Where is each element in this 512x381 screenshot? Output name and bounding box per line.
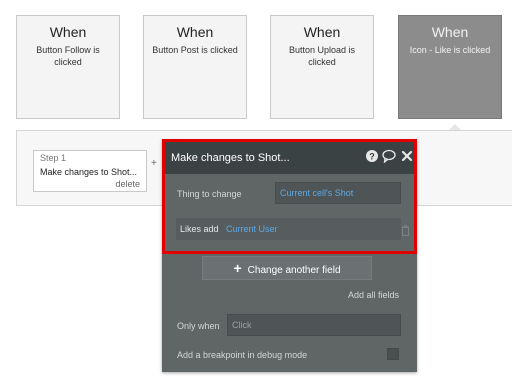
step-delete-link[interactable]: delete [115,179,140,189]
plus-icon: + [233,260,242,276]
breakpoint-label: Add a breakpoint in debug mode [177,350,308,360]
event-subtitle: Icon - Like is clicked [409,45,491,55]
add-all-fields-link[interactable]: Add all fields [348,290,399,300]
event-card-follow[interactable]: When Button Follow is clicked [16,15,120,119]
step-number: Step 1 [40,153,67,163]
event-title: When [431,24,469,40]
event-subtitle: Button Follow is clicked [36,45,100,67]
only-when-placeholder: Click [232,320,252,330]
step-title: Make changes to Shot... [40,167,138,177]
breakpoint-checkbox[interactable] [387,348,399,360]
event-subtitle: Button Upload is clicked [288,45,356,67]
event-card-like[interactable]: When Icon - Like is clicked [398,15,502,119]
only-when-label: Only when [177,321,220,331]
add-step-arrow-icon[interactable]: + [151,158,157,169]
change-field-label: Change another field [247,265,341,276]
only-when-input[interactable]: Click [227,314,401,336]
event-card-post[interactable]: When Button Post is clicked [143,15,247,119]
change-another-field-button[interactable]: + Change another field [202,256,372,280]
event-subtitle: Button Post is clicked [152,45,238,55]
event-card-upload[interactable]: When Button Upload is clicked [270,15,374,119]
highlight-box [162,139,417,254]
event-title: When [176,24,214,40]
step-card[interactable]: Step 1 Make changes to Shot... delete [33,150,147,192]
event-title: When [49,24,87,40]
event-title: When [303,24,341,40]
